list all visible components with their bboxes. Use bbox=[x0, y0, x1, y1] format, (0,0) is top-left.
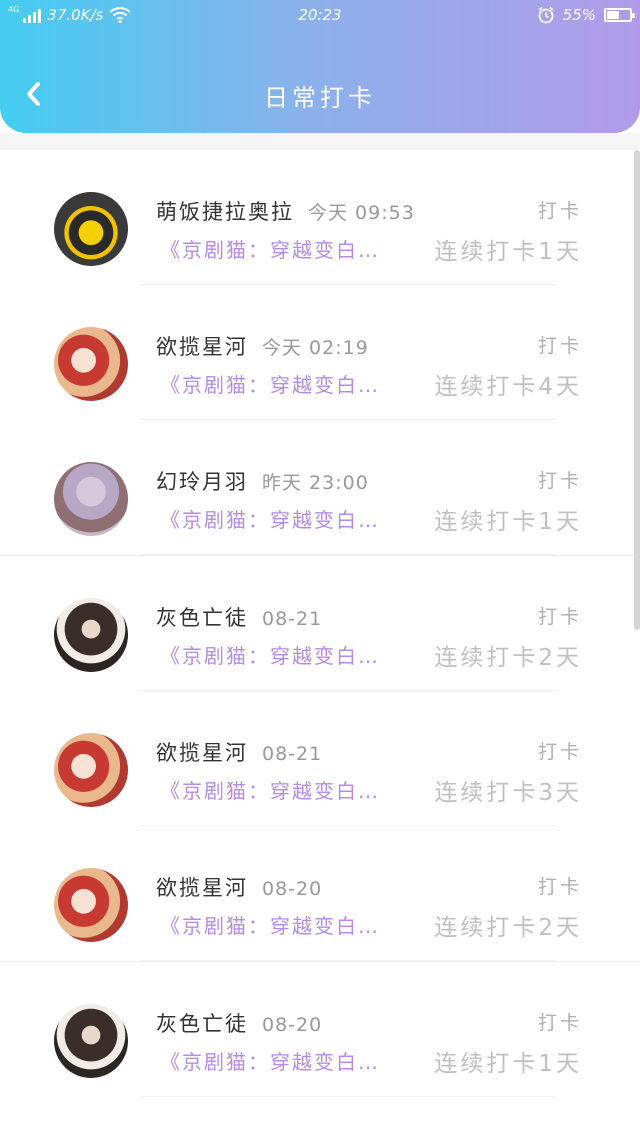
avatar[interactable] bbox=[54, 598, 128, 672]
name-line: 欲揽星河 08-20 bbox=[156, 872, 322, 902]
checkin-label: 打卡 bbox=[537, 335, 582, 357]
checkin-label: 打卡 bbox=[537, 606, 582, 628]
name-line: 灰色亡徒 08-20 bbox=[156, 1008, 322, 1038]
avatar[interactable] bbox=[54, 733, 128, 807]
item-divider bbox=[140, 554, 556, 555]
checkin-item[interactable]: 欲揽星河 08-20 打卡 《京剧猫：穿越变白… 连续打卡2天 bbox=[0, 826, 640, 962]
streak-count: 连续打卡1天 bbox=[434, 1051, 582, 1077]
checkin-item[interactable]: 灰色亡徒 08-20 打卡 《京剧猫：穿越变白… 连续打卡1天 bbox=[0, 962, 640, 1097]
course-title[interactable]: 《京剧猫：穿越变白… bbox=[160, 504, 380, 533]
avatar[interactable] bbox=[54, 1004, 128, 1078]
checkin-time: 08-21 bbox=[262, 743, 323, 765]
name-line: 欲揽星河 今天 02:19 bbox=[156, 331, 369, 361]
streak-count: 连续打卡1天 bbox=[434, 509, 582, 535]
checkin-label: 打卡 bbox=[537, 1012, 582, 1034]
user-name[interactable]: 萌饭捷拉奥拉 bbox=[156, 200, 294, 224]
user-name[interactable]: 欲揽星河 bbox=[156, 876, 248, 900]
avatar[interactable] bbox=[54, 462, 128, 536]
streak-count: 连续打卡3天 bbox=[434, 780, 582, 806]
checkin-item[interactable]: 萌饭捷拉奥拉 今天 09:53 打卡 《京剧猫：穿越变白… 连续打卡1天 bbox=[0, 150, 640, 285]
name-line: 灰色亡徒 08-21 bbox=[156, 602, 322, 632]
checkin-label: 打卡 bbox=[537, 741, 582, 763]
avatar[interactable] bbox=[54, 327, 128, 401]
battery-percent: 55% bbox=[562, 6, 596, 24]
status-right: 55% bbox=[537, 6, 635, 24]
checkin-time: 08-20 bbox=[262, 1014, 323, 1036]
avatar[interactable] bbox=[54, 192, 128, 266]
checkin-time: 今天 02:19 bbox=[262, 337, 369, 359]
header: 4G 37.0K/s 20:23 55% 日常打卡 bbox=[0, 0, 640, 133]
checkin-label: 打卡 bbox=[537, 470, 582, 492]
user-name[interactable]: 欲揽星河 bbox=[156, 741, 248, 765]
user-name[interactable]: 灰色亡徒 bbox=[156, 1012, 248, 1036]
checkin-list[interactable]: 萌饭捷拉奥拉 今天 09:53 打卡 《京剧猫：穿越变白… 连续打卡1天 欲揽星河… bbox=[0, 150, 640, 1138]
status-bar: 4G 37.0K/s 20:23 55% bbox=[0, 0, 640, 34]
course-title[interactable]: 《京剧猫：穿越变白… bbox=[160, 369, 380, 398]
avatar[interactable] bbox=[54, 868, 128, 942]
checkin-item[interactable]: 幻玲月羽 昨天 23:00 打卡 《京剧猫：穿越变白… 连续打卡1天 bbox=[0, 420, 640, 556]
streak-count: 连续打卡2天 bbox=[434, 915, 582, 941]
checkin-time: 今天 09:53 bbox=[308, 202, 415, 224]
checkin-label: 打卡 bbox=[537, 876, 582, 898]
checkin-time: 08-21 bbox=[262, 608, 323, 630]
checkin-item[interactable]: 欲揽星河 今天 02:19 打卡 《京剧猫：穿越变白… 连续打卡4天 bbox=[0, 285, 640, 420]
checkin-time: 昨天 23:00 bbox=[262, 472, 369, 494]
course-title[interactable]: 《京剧猫：穿越变白… bbox=[160, 775, 380, 804]
streak-count: 连续打卡1天 bbox=[434, 239, 582, 265]
item-divider bbox=[140, 1096, 556, 1097]
name-line: 萌饭捷拉奥拉 今天 09:53 bbox=[156, 196, 415, 226]
course-title[interactable]: 《京剧猫：穿越变白… bbox=[160, 910, 380, 939]
header-spacer bbox=[0, 133, 640, 150]
checkin-item[interactable]: 欲揽星河 08-21 打卡 《京剧猫：穿越变白… 连续打卡3天 bbox=[0, 691, 640, 826]
name-line: 欲揽星河 08-21 bbox=[156, 737, 322, 767]
name-line: 幻玲月羽 昨天 23:00 bbox=[156, 466, 369, 496]
checkin-label: 打卡 bbox=[537, 200, 582, 222]
scrollbar[interactable] bbox=[634, 150, 640, 630]
user-name[interactable]: 灰色亡徒 bbox=[156, 606, 248, 630]
course-title[interactable]: 《京剧猫：穿越变白… bbox=[160, 1046, 380, 1075]
course-title[interactable]: 《京剧猫：穿越变白… bbox=[160, 234, 380, 263]
streak-count: 连续打卡2天 bbox=[434, 645, 582, 671]
course-title[interactable]: 《京剧猫：穿越变白… bbox=[160, 640, 380, 669]
page-title: 日常打卡 bbox=[264, 84, 376, 112]
checkin-time: 08-20 bbox=[262, 878, 323, 900]
item-divider bbox=[140, 960, 556, 961]
checkin-item[interactable]: 灰色亡徒 08-21 打卡 《京剧猫：穿越变白… 连续打卡2天 bbox=[0, 556, 640, 691]
user-name[interactable]: 欲揽星河 bbox=[156, 335, 248, 359]
user-name[interactable]: 幻玲月羽 bbox=[156, 470, 248, 494]
alarm-icon bbox=[538, 6, 554, 24]
battery-icon bbox=[604, 8, 635, 22]
streak-count: 连续打卡4天 bbox=[434, 374, 582, 400]
